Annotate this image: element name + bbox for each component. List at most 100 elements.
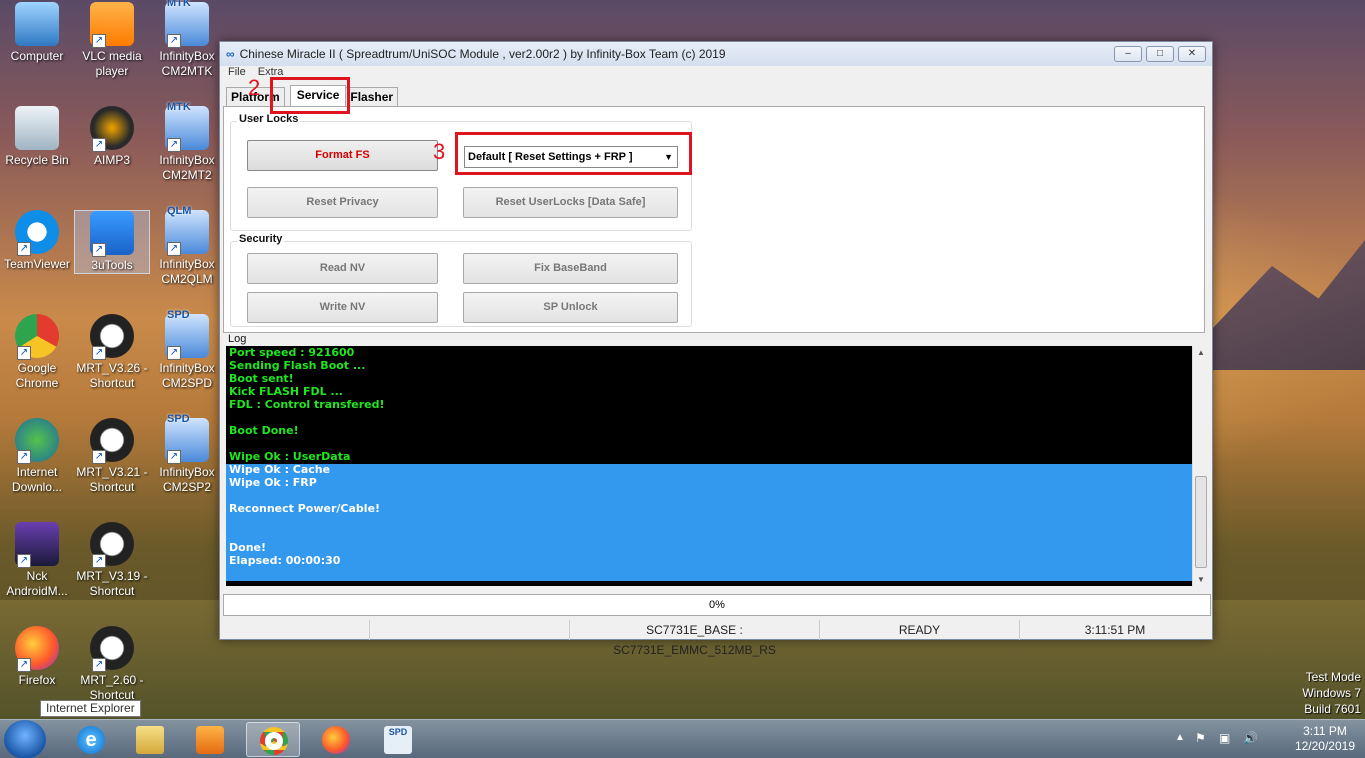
desktop-icon-label: InfinityBox CM2SP2 (159, 465, 215, 494)
desktop-icon[interactable]: ↗ Google Chrome (0, 314, 75, 391)
action-center-flag-icon[interactable]: ⚑ (1195, 731, 1206, 745)
desktop-icon[interactable]: ↗ MRT_2.60 - Shortcut (74, 626, 150, 703)
reset-userlocks-button[interactable]: Reset UserLocks [Data Safe] (463, 187, 678, 218)
format-fs-button[interactable]: Format FS (247, 140, 438, 171)
test-mode-watermark: Test Mode Windows 7 Build 7601 (1302, 669, 1361, 717)
desktop-icon[interactable]: ↗ MRT_V3.19 - Shortcut (74, 522, 150, 599)
watermark-line: Build 7601 (1304, 702, 1361, 716)
annotation-box-service-tab (270, 77, 350, 114)
tooltip: Internet Explorer (40, 700, 141, 717)
log-line: Wipe Ok : Cache (229, 463, 331, 476)
taskbar-internet-explorer[interactable]: e (64, 722, 118, 757)
write-nv-button[interactable]: Write NV (247, 292, 438, 323)
shortcut-arrow-icon: ↗ (167, 346, 181, 360)
desktop-icon[interactable]: ↗ Firefox (0, 626, 75, 688)
tab-flasher[interactable]: Flasher (345, 87, 399, 106)
start-orb[interactable] (4, 720, 46, 758)
volume-icon[interactable]: 🔊 (1243, 731, 1258, 745)
desktop-icon[interactable]: ↗ 3uTools (74, 210, 150, 274)
shortcut-arrow-icon: ↗ (17, 554, 31, 568)
shortcut-arrow-icon: ↗ (92, 346, 106, 360)
desktop-icon-label: Computer (10, 49, 64, 63)
aimp-icon: ↗ (90, 106, 134, 152)
log-line: Elapsed: 00:00:30 (229, 554, 341, 567)
mrt-icon: ↗ (90, 314, 134, 360)
desktop-icon[interactable]: ↗ Nck AndroidM... (0, 522, 75, 599)
desktop-icon[interactable]: ↗ MRT_V3.21 - Shortcut (74, 418, 150, 495)
infinitybox-spd-icon: SPD (384, 726, 412, 754)
infinitybox-icon: SPD ↗ (165, 413, 209, 464)
watermark-line: Windows 7 (1302, 686, 1361, 700)
clock-date: 12/20/2019 (1294, 739, 1355, 753)
desktop-icon[interactable]: SPD ↗ InfinityBox CM2SP2 (149, 413, 225, 495)
shortcut-arrow-icon: ↗ (92, 450, 106, 464)
menu-file[interactable]: File (228, 66, 246, 82)
read-nv-button[interactable]: Read NV (247, 253, 438, 284)
app-window: ∞ Chinese Miracle II ( Spreadtrum/UniSOC… (219, 41, 1213, 657)
minimize-button[interactable]: – (1114, 46, 1142, 62)
clock[interactable]: 3:11 PM 12/20/2019 (1295, 724, 1355, 754)
close-button[interactable]: ✕ (1178, 46, 1206, 62)
clock-time: 3:11 PM (1303, 724, 1347, 738)
log-line: Wipe Ok : FRP (229, 476, 317, 489)
show-hidden-icons-icon[interactable]: ▲ (1175, 732, 1185, 743)
desktop-icon[interactable]: ↗ AIMP3 (74, 106, 150, 168)
desktop-icon[interactable]: QLM ↗ InfinityBox CM2QLM (149, 205, 225, 287)
desktop-icon-label: MRT_V3.21 - Shortcut (76, 465, 148, 494)
log-line: Done! (229, 541, 266, 554)
taskbar-firefox[interactable] (309, 722, 363, 757)
log-line: Boot sent! (229, 372, 294, 385)
desktop-icon-label: InfinityBox CM2MTK (159, 49, 215, 78)
desktop-icon[interactable]: ↗ MRT_V3.26 - Shortcut (74, 314, 150, 391)
network-icon[interactable]: ▣ (1219, 731, 1230, 745)
log-output[interactable]: Port speed : 921600 Sending Flash Boot ..… (226, 346, 1192, 586)
shortcut-arrow-icon: ↗ (17, 346, 31, 360)
taskbar: e SPD ▲ ⚑ ▣ 🔊 3:11 PM 12/20/2019 (0, 719, 1365, 758)
scroll-up-icon[interactable]: ▲ (1197, 348, 1205, 357)
desktop-icon[interactable]: MTK ↗ InfinityBox CM2MT2 (149, 101, 225, 183)
maximize-button[interactable]: □ (1146, 46, 1174, 62)
desktop-icon[interactable]: ↗ TeamViewer (0, 210, 75, 272)
desktop-icon[interactable]: Recycle Bin (0, 106, 75, 168)
sp-unlock-button[interactable]: SP Unlock (463, 292, 678, 323)
desktop-icon[interactable]: Computer (0, 2, 75, 64)
infinitybox-icon: MTK ↗ (165, 0, 209, 48)
scroll-down-icon[interactable]: ▼ (1197, 575, 1205, 584)
shortcut-arrow-icon: ↗ (167, 34, 181, 48)
shortcut-arrow-icon: ↗ (17, 242, 31, 256)
log-scrollbar[interactable]: ▲ ▼ (1192, 346, 1209, 586)
log-label: Log (228, 333, 247, 345)
firefox-icon: ↗ (15, 626, 59, 672)
title-bar[interactable]: ∞ Chinese Miracle II ( Spreadtrum/UniSOC… (220, 42, 1212, 66)
infinitybox-icon: MTK ↗ (165, 101, 209, 152)
desktop-icon[interactable]: ↗ VLC media player (74, 2, 150, 79)
desktop-icon-label: AIMP3 (93, 153, 130, 167)
folder-icon (136, 726, 164, 754)
desktop-icon-label: MRT_V3.19 - Shortcut (76, 569, 148, 598)
window-controls: – □ ✕ (1114, 46, 1206, 62)
desktop-icon-label: Internet Downlo... (11, 465, 63, 494)
reset-privacy-button[interactable]: Reset Privacy (247, 187, 438, 218)
shortcut-arrow-icon: ↗ (92, 554, 106, 568)
media-player-icon (196, 726, 224, 754)
watermark-line: Test Mode (1305, 670, 1361, 684)
chrome-icon: ↗ (15, 314, 59, 360)
fix-baseband-button[interactable]: Fix BaseBand (463, 253, 678, 284)
taskbar-file-explorer[interactable] (123, 722, 177, 757)
taskbar-infinitybox-spd[interactable]: SPD (371, 722, 425, 757)
taskbar-media-player[interactable] (183, 722, 237, 757)
desktop-icon[interactable]: SPD ↗ InfinityBox CM2SPD (149, 309, 225, 391)
scroll-thumb[interactable] (1195, 476, 1207, 568)
shortcut-arrow-icon: ↗ (167, 242, 181, 256)
desktop-icon[interactable]: MTK ↗ InfinityBox CM2MTK (149, 0, 225, 79)
teamviewer-icon: ↗ (15, 210, 59, 256)
platform-badge: SPD (167, 413, 190, 425)
service-panel: User Locks Format FS Default [ Reset Set… (223, 106, 1205, 333)
desktop-icon[interactable]: ↗ Internet Downlo... (0, 418, 75, 495)
taskbar-chrome[interactable] (246, 722, 300, 757)
mrt-icon: ↗ (90, 626, 134, 672)
system-tray: ▲ ⚑ ▣ 🔊 3:11 PM 12/20/2019 (1175, 720, 1365, 758)
